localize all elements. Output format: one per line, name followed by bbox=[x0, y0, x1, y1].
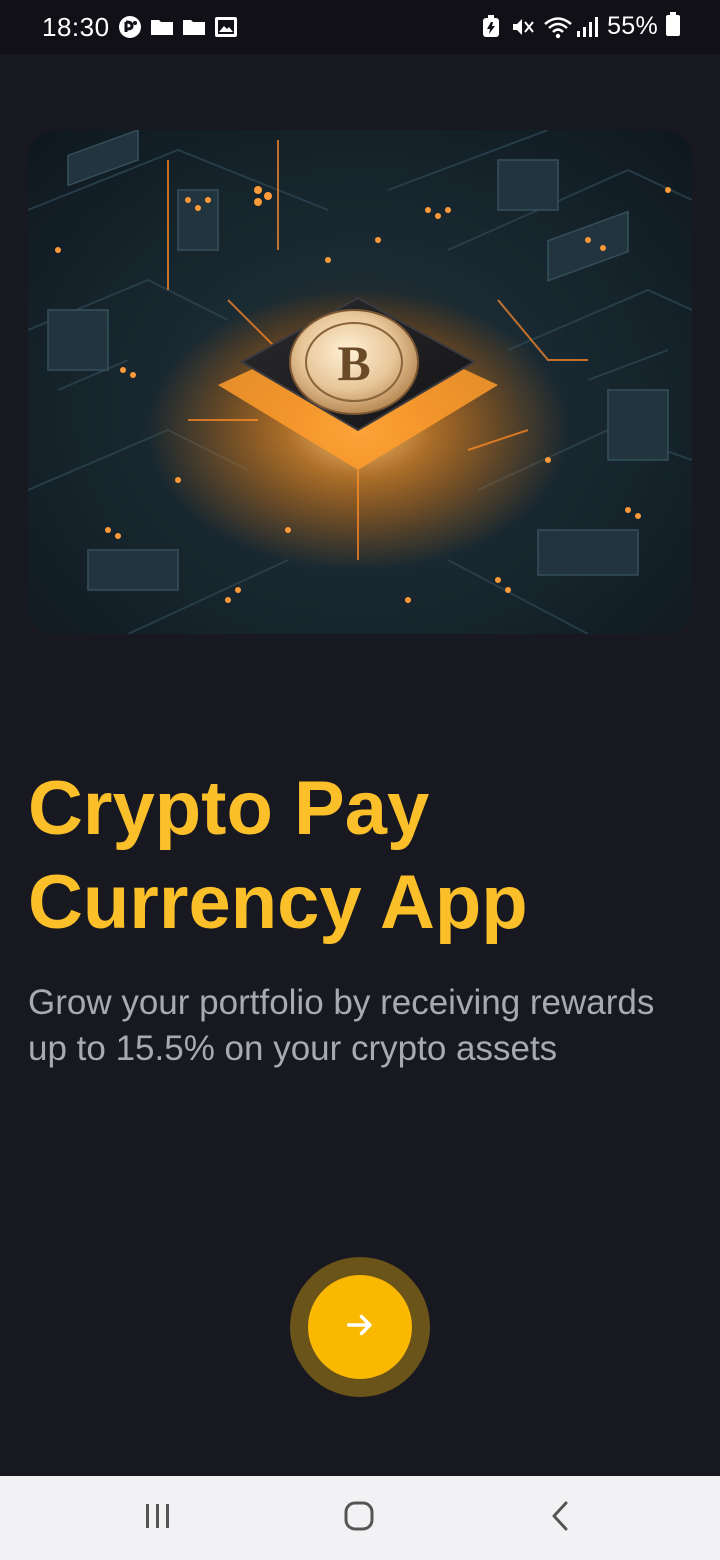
status-time: 18:30 bbox=[42, 12, 110, 42]
svg-text:B: B bbox=[337, 335, 370, 391]
title-line-2: Currency App bbox=[28, 860, 528, 945]
battery-saver-icon bbox=[479, 14, 503, 39]
wifi-icon bbox=[543, 15, 572, 39]
folder-icon bbox=[182, 15, 206, 39]
status-system-icons: 55% bbox=[479, 12, 680, 41]
recent-apps-icon bbox=[143, 1502, 173, 1535]
status-bar: 18:30 55% bbox=[0, 0, 720, 54]
system-nav-bar bbox=[0, 1476, 720, 1560]
home-button[interactable] bbox=[329, 1494, 389, 1542]
battery-icon bbox=[666, 12, 680, 41]
recent-apps-button[interactable] bbox=[128, 1494, 188, 1542]
signal-icon bbox=[575, 15, 599, 39]
onboarding-description: Grow your portfolio by receiving rewards… bbox=[28, 983, 655, 1068]
back-icon bbox=[548, 1500, 572, 1537]
folder-icon bbox=[150, 15, 174, 39]
onboarding-screen: 18:30 55% B Crypto Pay Currency App Grow… bbox=[0, 0, 720, 1560]
arrow-right-icon bbox=[343, 1308, 377, 1347]
status-notification-icons bbox=[118, 15, 238, 39]
image-icon bbox=[214, 15, 238, 39]
mute-icon bbox=[511, 15, 535, 39]
hero-bitcoin-chip-image: B bbox=[28, 130, 692, 634]
next-button[interactable] bbox=[290, 1257, 430, 1397]
title-line-1: Crypto Pay bbox=[28, 766, 430, 851]
back-button[interactable] bbox=[530, 1494, 590, 1542]
messenger-icon bbox=[118, 15, 142, 39]
battery-percentage: 55% bbox=[607, 12, 658, 40]
onboarding-title: Crypto Pay Currency App bbox=[28, 762, 688, 950]
home-icon bbox=[343, 1500, 375, 1537]
next-button-inner[interactable] bbox=[308, 1275, 412, 1379]
